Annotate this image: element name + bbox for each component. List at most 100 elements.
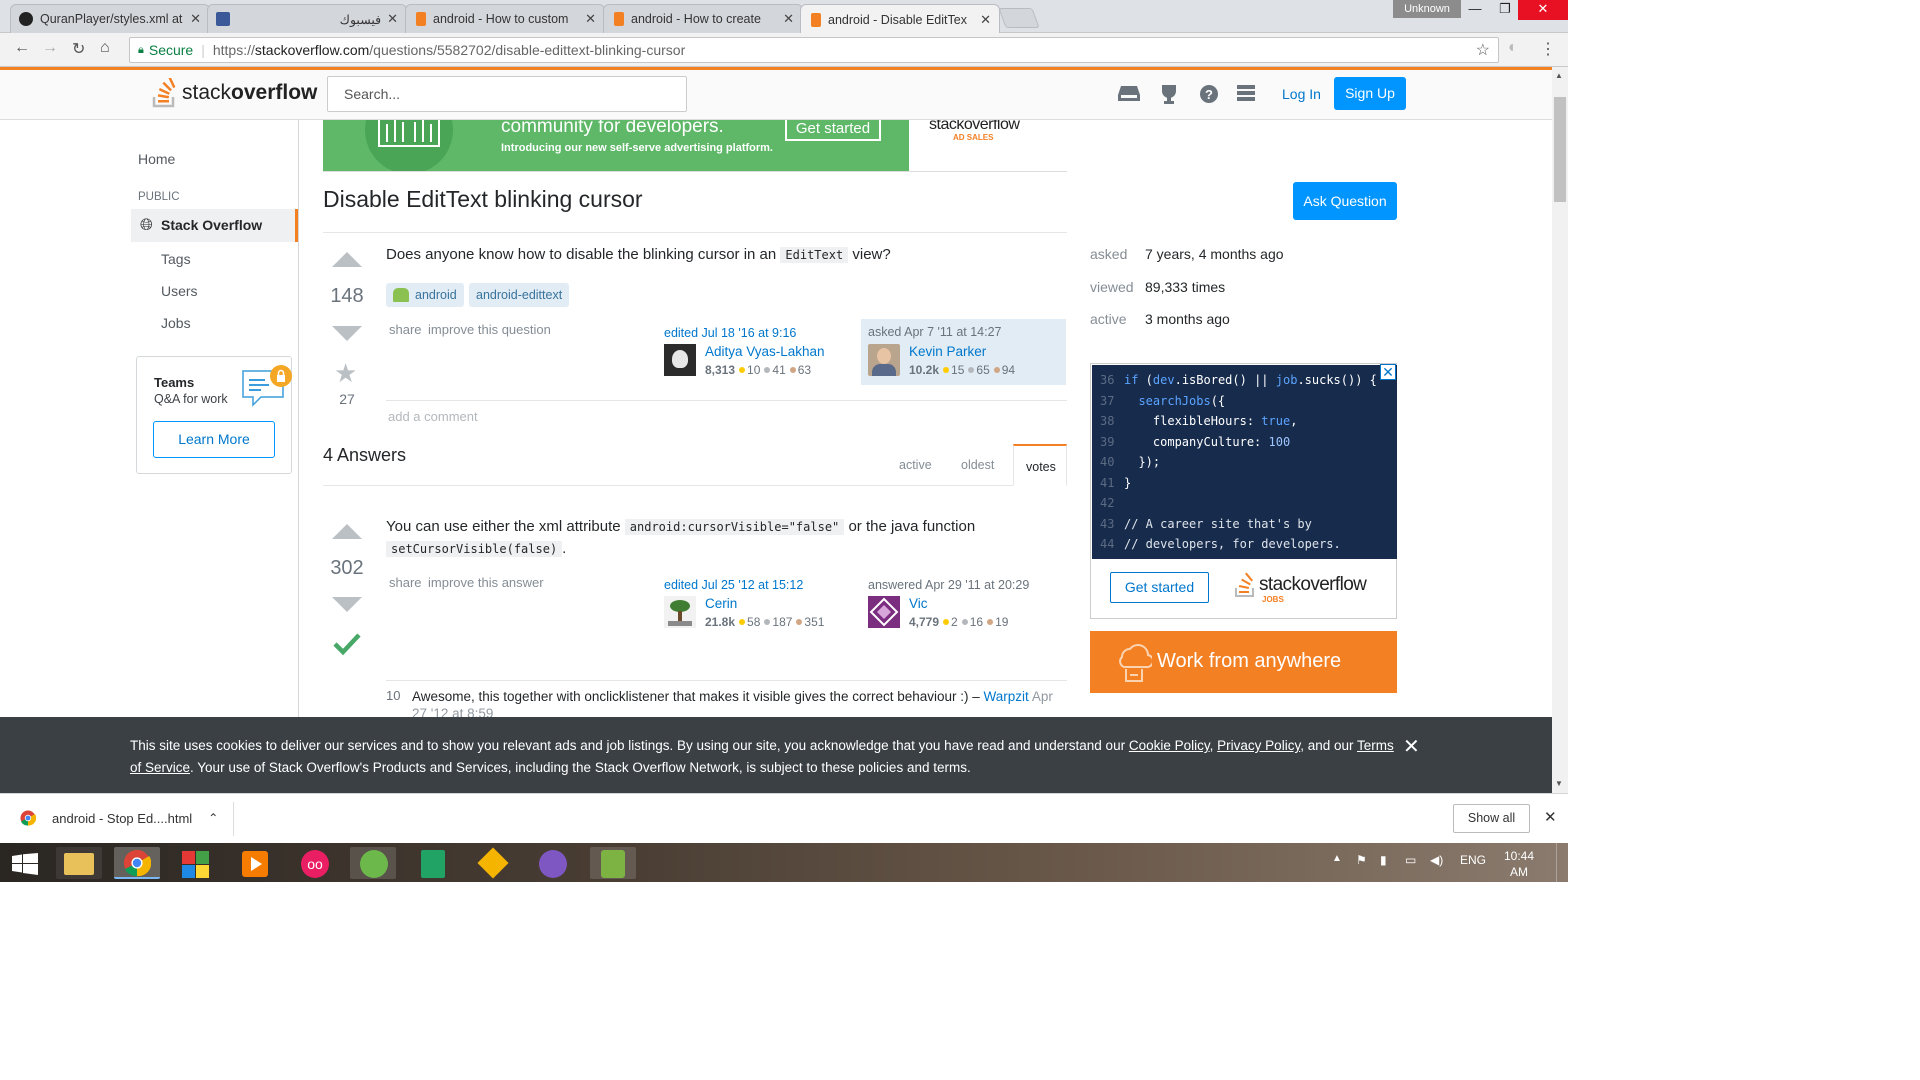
site-switcher-icon[interactable]: [1236, 84, 1258, 106]
sort-tab-votes[interactable]: votes: [1013, 444, 1067, 486]
share-link[interactable]: share: [389, 322, 422, 337]
close-cookie-banner-icon[interactable]: ✕: [1403, 734, 1420, 759]
battery-icon[interactable]: ▮: [1380, 853, 1387, 867]
home-icon[interactable]: ⌂: [100, 39, 110, 57]
github-desktop-icon[interactable]: [530, 847, 576, 879]
maximize-icon[interactable]: ❐: [1490, 0, 1520, 20]
question-title[interactable]: Disable EditText blinking cursor: [323, 186, 643, 213]
learn-more-button[interactable]: Learn More: [153, 421, 275, 458]
close-tab-icon[interactable]: ✕: [190, 11, 201, 27]
stat-value[interactable]: 7 years, 4 months ago: [1145, 246, 1284, 262]
privacy-policy-link[interactable]: Privacy Policy: [1217, 738, 1300, 753]
comment-user[interactable]: Warpzit: [984, 689, 1029, 704]
close-ad-icon[interactable]: ✕: [1380, 364, 1396, 380]
profile-badge[interactable]: Unknown: [1393, 0, 1461, 18]
forward-icon[interactable]: →: [42, 39, 58, 57]
close-tab-icon[interactable]: ✕: [783, 11, 794, 27]
close-tab-icon[interactable]: ✕: [980, 12, 991, 28]
new-tab-button[interactable]: [998, 8, 1040, 28]
favorite-star-icon[interactable]: ★: [334, 358, 357, 389]
flag-icon[interactable]: ⚑: [1356, 853, 1367, 867]
tag-android-edittext[interactable]: android-edittext: [469, 283, 570, 307]
downvote-arrow-icon[interactable]: [332, 597, 362, 612]
show-all-button[interactable]: Show all: [1453, 804, 1530, 833]
jobs-code-ad[interactable]: 36 if (dev.isBored() || job.sucks()) {37 …: [1090, 363, 1397, 619]
avatar[interactable]: [664, 596, 696, 628]
browser-tab[interactable]: QuranPlayer/styles.xml at ✕: [10, 4, 210, 33]
media-player-icon[interactable]: [232, 847, 278, 879]
tag-android[interactable]: android: [386, 283, 464, 307]
work-from-anywhere-banner[interactable]: Work from anywhere: [1090, 631, 1397, 693]
nav-users[interactable]: Users: [161, 283, 198, 299]
url-field[interactable]: 🔒︎ Secure | https://stackoverflow.com/qu…: [129, 37, 1499, 63]
edited-timestamp[interactable]: edited Jul 25 '12 at 15:12: [664, 578, 803, 592]
app-icon-colorful[interactable]: [172, 847, 218, 879]
clock[interactable]: 10:44 AM 8/18/2018: [1494, 848, 1547, 896]
chrome-taskbar-icon[interactable]: [114, 847, 160, 879]
menu-icon[interactable]: ⋮: [1540, 39, 1556, 59]
close-tab-icon[interactable]: ✕: [387, 11, 398, 27]
advertising-banner[interactable]: community for developers. Introducing ou…: [323, 120, 1067, 172]
sort-tab-oldest[interactable]: oldest: [961, 444, 994, 486]
scrollbar-thumb[interactable]: [1554, 97, 1566, 202]
nav-home[interactable]: Home: [138, 151, 175, 167]
achievements-icon[interactable]: [1158, 84, 1180, 106]
browser-tab[interactable]: android - How to custom ✕: [405, 4, 605, 33]
secure-indicator[interactable]: 🔒︎ Secure: [138, 42, 193, 58]
author-name[interactable]: Vic: [909, 596, 928, 611]
scroll-up-icon[interactable]: ▲: [1555, 71, 1563, 80]
add-comment-link[interactable]: add a comment: [388, 409, 478, 424]
improve-answer-link[interactable]: improve this answer: [428, 575, 544, 590]
android-studio-icon[interactable]: [350, 847, 396, 879]
stat-value[interactable]: 3 months ago: [1145, 311, 1230, 327]
nav-stackoverflow[interactable]: 🌐︎ Stack Overflow: [131, 209, 298, 242]
nav-jobs[interactable]: Jobs: [161, 315, 191, 331]
login-link[interactable]: Log In: [1282, 86, 1321, 102]
scroll-down-icon[interactable]: ▼: [1555, 779, 1563, 788]
tray-expand-icon[interactable]: ▲: [1332, 853, 1342, 864]
downvote-arrow-icon[interactable]: [332, 326, 362, 341]
git-tool-icon[interactable]: [470, 847, 516, 879]
improve-question-link[interactable]: improve this question: [428, 322, 551, 337]
ask-question-button[interactable]: Ask Question: [1293, 182, 1397, 220]
network-icon[interactable]: ▭: [1405, 853, 1416, 867]
editor-name[interactable]: Cerin: [705, 596, 737, 611]
close-download-bar-icon[interactable]: ✕: [1544, 808, 1557, 826]
reload-icon[interactable]: ↻: [72, 39, 85, 59]
chevron-up-icon[interactable]: ⌃: [208, 811, 218, 825]
file-explorer-icon[interactable]: [56, 847, 102, 879]
windows-start-icon[interactable]: [12, 853, 38, 875]
device-manager-icon[interactable]: [590, 847, 636, 879]
nav-tags[interactable]: Tags: [161, 251, 191, 267]
spreadsheet-icon[interactable]: [410, 847, 456, 879]
ad-get-started-button[interactable]: Get started: [785, 120, 881, 141]
sort-tab-active[interactable]: active: [899, 444, 932, 486]
back-icon[interactable]: ←: [14, 39, 30, 57]
avatar[interactable]: [868, 344, 900, 376]
site-search-input[interactable]: Search...: [327, 76, 687, 112]
jobs-get-started-button[interactable]: Get started: [1110, 572, 1209, 603]
signup-button[interactable]: Sign Up: [1334, 77, 1406, 110]
browser-tab[interactable]: فيسبوك ✕: [207, 4, 407, 33]
inbox-icon[interactable]: [1118, 84, 1140, 106]
show-desktop-button[interactable]: [1556, 843, 1568, 882]
page-scrollbar[interactable]: ▲ ▼: [1552, 67, 1568, 793]
minimize-icon[interactable]: —: [1460, 0, 1490, 20]
cookie-policy-link[interactable]: Cookie Policy: [1129, 738, 1210, 753]
upvote-arrow-icon[interactable]: [332, 252, 362, 267]
help-icon[interactable]: ?: [1198, 84, 1220, 106]
close-tab-icon[interactable]: ✕: [585, 11, 596, 27]
flickr-style-icon[interactable]: oo: [292, 847, 338, 879]
language-indicator[interactable]: ENG: [1460, 853, 1486, 867]
avatar[interactable]: [868, 596, 900, 628]
bookmark-star-icon[interactable]: ☆: [1476, 40, 1490, 60]
share-link[interactable]: share: [389, 575, 422, 590]
browser-tab[interactable]: android - How to create ✕: [603, 4, 803, 33]
edited-timestamp[interactable]: edited Jul 18 '16 at 9:16: [664, 326, 796, 340]
stackoverflow-logo[interactable]: stack overflow: [152, 78, 317, 108]
upvote-arrow-icon[interactable]: [332, 524, 362, 539]
volume-icon[interactable]: ◀): [1430, 853, 1443, 867]
browser-tab-active[interactable]: android - Disable EditTex ✕: [800, 4, 1000, 34]
avatar[interactable]: [664, 344, 696, 376]
download-item[interactable]: android - Stop Ed....html ⌃: [20, 810, 218, 826]
